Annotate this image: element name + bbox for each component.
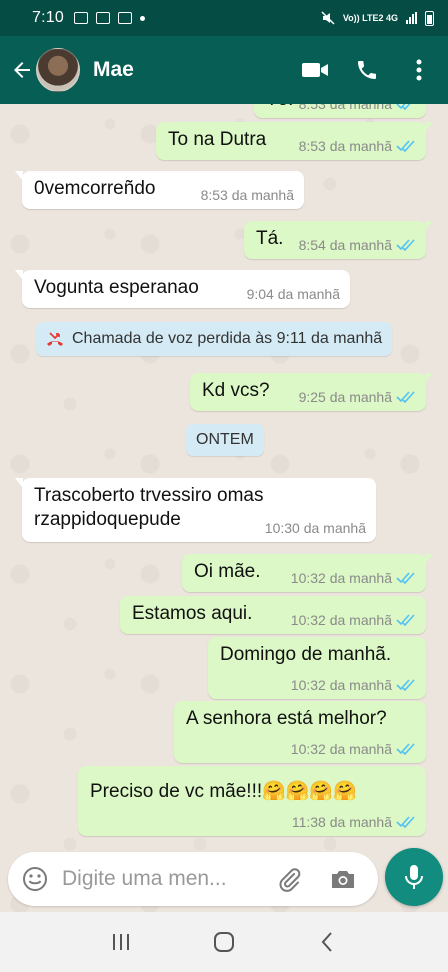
status-bar: 7:10 Vo)) LTE2 4G: [0, 0, 448, 36]
message-text: 0vemcorreñdo: [34, 178, 156, 199]
message-time: 8:53 da manhã: [298, 104, 392, 112]
read-receipt-icon: [396, 572, 415, 584]
message-text: Estamos aqui.: [132, 603, 253, 624]
message-time: 9:04 da manhã: [246, 286, 340, 302]
more-notifications-icon: [139, 15, 145, 21]
message-bubble-outgoing[interactable]: Oi mãe. 10:32 da manhã: [182, 554, 433, 592]
message-time: 11:38 da manhã: [291, 814, 392, 830]
voice-message-button[interactable]: [385, 848, 443, 906]
notification-icon: [95, 12, 110, 24]
message-bubble-incoming[interactable]: Trascoberto trvessiro omas rzappidoquepu…: [15, 478, 376, 542]
mute-icon: [321, 11, 335, 25]
emoji-icon: [23, 867, 47, 891]
paperclip-icon: [279, 868, 301, 892]
message-bubble-outgoing[interactable]: Tá. 8:54 da manhã: [244, 221, 433, 259]
message-bubble-incoming[interactable]: 0vemcorreñdo 8:53 da manhã: [15, 171, 304, 209]
read-receipt-icon: [396, 391, 415, 403]
message-composer: [0, 848, 448, 912]
message-text: Vogunta esperanao: [34, 277, 199, 298]
read-receipt-icon: [396, 140, 415, 152]
missed-call-notice[interactable]: Chamada de voz perdida às 9:11 da manhã: [36, 322, 393, 356]
message-time: 10:32 da manhã: [290, 677, 392, 693]
read-receipt-icon: [396, 679, 415, 691]
message-text: Oi mãe.: [194, 561, 261, 582]
microphone-icon: [405, 865, 423, 889]
message-bubble-outgoing[interactable]: Kd vcs? 9:25 da manhã: [190, 373, 433, 411]
message-bubble-outgoing[interactable]: Domingo de manhã. 10:32 da manhã: [208, 637, 426, 699]
gallery-icon: [117, 12, 132, 24]
read-receipt-icon: [396, 816, 415, 828]
phone-icon: [358, 61, 376, 79]
message-time: 10:32 da manhã: [290, 570, 392, 586]
message-input-bar: [8, 852, 378, 906]
message-time: 8:53 da manhã: [200, 187, 294, 203]
message-text-line: rzappidoquepude: [34, 509, 181, 530]
camera-button[interactable]: [328, 864, 358, 894]
read-receipt-icon: [396, 239, 415, 251]
network-label: Vo)) LTE2 4G: [342, 13, 398, 23]
message-bubble-outgoing[interactable]: Tô. 8:53 da manhã: [254, 104, 426, 118]
read-receipt-icon: [396, 104, 411, 110]
message-input[interactable]: [62, 867, 252, 891]
message-time: 8:54 da manhã: [298, 237, 392, 253]
video-call-button[interactable]: [300, 55, 330, 85]
message-text: To na Dutra: [168, 129, 267, 150]
chevron-left-icon: [321, 932, 332, 952]
date-separator-label: ONTEM: [196, 431, 254, 448]
message-bubble-outgoing[interactable]: Preciso de vc mãe!!!🤗🤗🤗🤗 11:38 da manhã: [78, 766, 426, 836]
missed-call-icon: [47, 332, 63, 346]
message-text: Domingo de manhã.: [220, 644, 392, 665]
date-separator: ONTEM: [186, 424, 264, 456]
avatar[interactable]: [36, 48, 80, 92]
home-icon: [213, 932, 234, 952]
chat-header: Mae: [0, 36, 448, 104]
message-time: 9:25 da manhã: [298, 389, 392, 405]
voice-call-button[interactable]: [352, 55, 382, 85]
signal-icon: [406, 12, 417, 24]
recent-apps-button[interactable]: [101, 922, 141, 962]
read-receipt-icon: [396, 614, 415, 626]
emoji-button[interactable]: [20, 864, 50, 894]
back-arrow-icon: [14, 62, 30, 78]
notification-icon: [73, 12, 88, 24]
back-button[interactable]: [6, 58, 38, 82]
battery-icon: [425, 10, 434, 26]
message-time: 10:32 da manhã: [290, 741, 392, 757]
message-list[interactable]: Tô. 8:53 da manhã To na Dutra 8:53 da ma…: [0, 104, 448, 914]
back-nav-button[interactable]: [307, 922, 347, 962]
message-time: 8:53 da manhã: [298, 138, 392, 154]
system-navigation-bar: [0, 912, 448, 972]
message-time: 10:32 da manhã: [290, 612, 392, 628]
message-bubble-outgoing[interactable]: To na Dutra 8:53 da manhã: [156, 122, 433, 160]
message-text: Preciso de vc mãe!!!🤗🤗🤗🤗: [90, 781, 357, 802]
more-options-button[interactable]: [404, 55, 434, 85]
message-bubble-outgoing[interactable]: A senhora está melhor? 10:32 da manhã: [174, 701, 426, 763]
home-button[interactable]: [204, 922, 244, 962]
recent-apps-icon: [113, 934, 130, 950]
message-text-line: Trascoberto trvessiro omas: [34, 485, 264, 506]
missed-call-text: Chamada de voz perdida às 9:11 da manhã: [72, 330, 383, 347]
message-time: 10:30 da manhã: [264, 520, 366, 536]
message-bubble-incoming[interactable]: Vogunta esperanao 9:04 da manhã: [15, 270, 350, 308]
attach-button[interactable]: [274, 864, 304, 894]
message-text: A senhora está melhor?: [186, 708, 387, 729]
video-call-icon: [302, 63, 328, 77]
message-bubble-outgoing[interactable]: Estamos aqui. 10:32 da manhã: [120, 596, 426, 634]
camera-icon: [332, 871, 354, 888]
read-receipt-icon: [396, 743, 415, 755]
message-text: Tô.: [266, 104, 293, 112]
message-text: Tá.: [256, 228, 284, 249]
more-vert-icon: [416, 59, 422, 81]
status-time: 7:10: [32, 9, 64, 26]
message-text: Kd vcs?: [202, 380, 270, 401]
contact-name[interactable]: Mae: [93, 58, 300, 82]
